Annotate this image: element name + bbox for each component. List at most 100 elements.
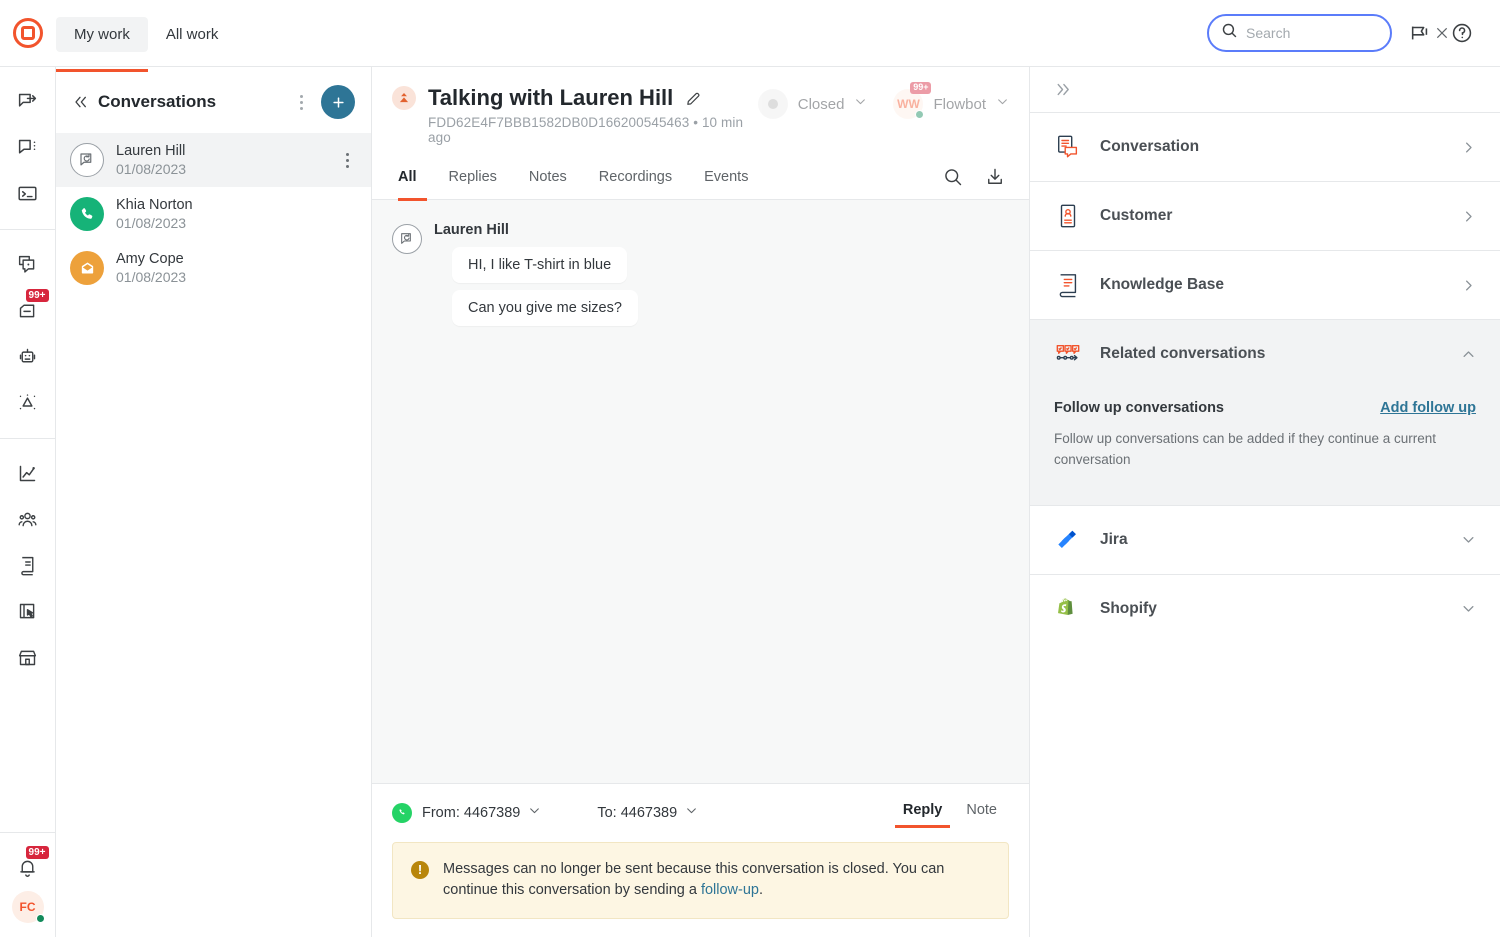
to-label: To: 4467389 xyxy=(597,804,678,821)
rail-group-secondary: 99+ xyxy=(0,242,55,426)
list-item-date: 01/08/2023 xyxy=(116,215,187,231)
list-item[interactable]: Lauren Hill 01/08/2023 xyxy=(56,133,371,187)
conversation-details-icon xyxy=(1054,133,1082,161)
chevron-down-icon xyxy=(996,95,1009,113)
app-logo[interactable] xyxy=(0,18,56,48)
app-root: My work All work Search 99+ 99+ FC Conve… xyxy=(0,0,1500,937)
user-avatar[interactable]: FC xyxy=(11,891,45,923)
rail-divider-2 xyxy=(0,438,55,439)
inbox-badge: 99+ xyxy=(25,289,49,302)
search-box[interactable] xyxy=(1207,14,1448,52)
tab-all-work[interactable]: All work xyxy=(148,17,237,52)
message-column: Lauren Hill HI, I like T-shirt in blue C… xyxy=(434,222,638,326)
contacts-icon[interactable] xyxy=(6,497,50,541)
tab-replies-label: Replies xyxy=(448,169,497,185)
tab-replies[interactable]: Replies xyxy=(433,155,513,200)
tab-events[interactable]: Events xyxy=(688,155,764,200)
tab-note[interactable]: Note xyxy=(954,798,1009,828)
message-thread: Lauren Hill HI, I like T-shirt in blue C… xyxy=(372,200,1029,783)
rail-group-primary xyxy=(0,79,55,217)
chevron-double-right-icon[interactable] xyxy=(1030,67,1500,112)
chevron-double-left-icon[interactable] xyxy=(72,94,88,110)
follow-up-link[interactable]: follow-up xyxy=(701,882,759,898)
conversation-header-right: Closed 99+ WW Flowbot xyxy=(757,82,1009,119)
chevron-right-icon xyxy=(1461,209,1476,224)
analytics-icon[interactable] xyxy=(6,451,50,495)
panel-section-label: Jira xyxy=(1100,530,1128,548)
help-circle-icon[interactable] xyxy=(1448,19,1476,47)
panel-section-label: Shopify xyxy=(1100,599,1157,617)
new-conversation-button[interactable] xyxy=(321,85,355,119)
assignee-initials: WW xyxy=(897,97,920,111)
terminal-icon[interactable] xyxy=(6,171,50,215)
search-input[interactable] xyxy=(1246,25,1427,41)
store-icon[interactable] xyxy=(6,635,50,679)
panel-section-related-conversations[interactable]: Related conversations xyxy=(1030,319,1500,388)
page-title: Talking with Lauren Hill xyxy=(428,85,674,110)
jira-logo-icon xyxy=(1054,526,1082,554)
status-label: Closed xyxy=(797,95,845,113)
panel-section-conversation[interactable]: Conversation xyxy=(1030,112,1500,181)
tab-all-label: All xyxy=(398,169,417,185)
message-bubble: Can you give me sizes? xyxy=(452,290,638,326)
knowledge-book-icon[interactable] xyxy=(6,543,50,587)
tab-reply[interactable]: Reply xyxy=(891,798,955,828)
top-bar: My work All work xyxy=(0,0,1500,72)
warning-text: Messages can no longer be sent because t… xyxy=(443,859,990,903)
list-item[interactable]: Khia Norton 01/08/2023 xyxy=(56,187,371,241)
composer-toolbar: From: 4467389 To: 4467389 Reply Note xyxy=(392,798,1009,828)
flow-node-icon[interactable] xyxy=(6,380,50,424)
tab-recordings-label: Recordings xyxy=(598,169,673,185)
conversations-menu-icon[interactable] xyxy=(292,91,311,114)
panel-section-label: Conversation xyxy=(1100,138,1200,155)
list-item-menu-icon[interactable] xyxy=(338,149,357,172)
panel-section-label: Knowledge Base xyxy=(1100,276,1225,293)
reports-icon[interactable] xyxy=(6,589,50,633)
to-selector[interactable]: To: 4467389 xyxy=(597,804,698,821)
from-label: From: 4467389 xyxy=(422,804,521,821)
follow-up-header: Follow up conversations Add follow up xyxy=(1054,390,1476,416)
user-online-indicator xyxy=(35,914,45,923)
chat-options-icon[interactable] xyxy=(6,125,50,169)
rail-group-tertiary xyxy=(0,451,55,681)
follow-up-description: Follow up conversations can be added if … xyxy=(1054,431,1436,467)
panel-section-knowledge-base[interactable]: Knowledge Base xyxy=(1030,250,1500,319)
status-badge[interactable]: Closed xyxy=(757,89,868,119)
search-icon[interactable] xyxy=(939,163,967,191)
bell-icon[interactable]: 99+ xyxy=(6,845,50,889)
list-item[interactable]: Amy Cope 01/08/2023 xyxy=(56,241,371,295)
tab-my-work-label: My work xyxy=(74,25,130,43)
panel-section-label: Related conversations xyxy=(1100,345,1266,362)
tab-my-work[interactable]: My work xyxy=(56,16,148,72)
tab-notes[interactable]: Notes xyxy=(513,155,583,200)
from-selector[interactable]: From: 4467389 xyxy=(422,804,541,821)
conversations-icon[interactable] xyxy=(6,242,50,286)
conversation-header: Talking with Lauren Hill FDD62E4F7BBB158… xyxy=(372,67,1029,155)
conversation-id: FDD62E4F7BBB1582DB0D166200545463 xyxy=(428,115,690,130)
panel-section-customer[interactable]: Customer xyxy=(1030,181,1500,250)
panel-section-shopify[interactable]: Shopify xyxy=(1030,573,1500,643)
closed-conversation-warning: ! Messages can no longer be sent because… xyxy=(392,841,1009,919)
list-item-name: Khia Norton xyxy=(116,197,193,213)
conversations-panel: Conversations Lauren Hill 01/08/2023 Khi… xyxy=(56,67,372,937)
followup-chat-icon xyxy=(392,224,422,254)
assignee-selector[interactable]: 99+ WW Flowbot xyxy=(893,82,1009,119)
inbox-icon[interactable]: 99+ xyxy=(6,288,50,332)
pencil-icon[interactable] xyxy=(685,90,702,107)
tab-recordings[interactable]: Recordings xyxy=(583,155,688,200)
clear-search-icon[interactable] xyxy=(1435,19,1449,47)
tabbar-actions xyxy=(939,163,1029,191)
list-item-name: Amy Cope xyxy=(116,251,184,267)
tab-reply-label: Reply xyxy=(902,801,943,818)
warning-text-before: Messages can no longer be sent because t… xyxy=(443,860,945,899)
outbound-message-icon[interactable] xyxy=(6,79,50,123)
warning-text-after: . xyxy=(758,882,764,899)
panel-section-jira[interactable]: Jira xyxy=(1030,504,1500,574)
tab-all[interactable]: All xyxy=(392,155,433,201)
add-follow-up-button[interactable]: Add follow up xyxy=(1380,400,1476,416)
app-body: 99+ 99+ FC Conversations Lauren Hill 01/… xyxy=(0,66,1500,937)
megaphone-icon[interactable] xyxy=(1406,19,1434,47)
bot-icon[interactable] xyxy=(6,334,50,378)
download-icon[interactable] xyxy=(981,163,1009,191)
related-conversations-icon xyxy=(1054,340,1082,368)
